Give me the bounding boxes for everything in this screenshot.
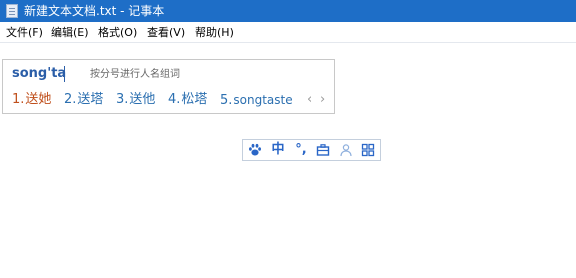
candidate-4[interactable]: 4.松塔 xyxy=(168,92,207,108)
menu-view[interactable]: 查看(V) xyxy=(147,26,185,39)
grid-menu-icon[interactable] xyxy=(359,142,377,158)
candidate-text: 送她 xyxy=(25,92,52,107)
ime-status-toolbar: 中 °, xyxy=(242,139,381,161)
menu-edit[interactable]: 编辑(E) xyxy=(51,26,89,39)
candidate-5[interactable]: 5.songtaste xyxy=(220,92,293,109)
ime-candidate-window: song'ta 按分号进行人名组词 1.送她 2.送塔 3.送他 4.松塔 5.… xyxy=(2,59,335,114)
paw-icon[interactable] xyxy=(246,142,264,158)
next-page-icon[interactable]: › xyxy=(320,92,325,108)
candidate-number: 3. xyxy=(116,92,129,107)
user-icon[interactable] xyxy=(337,142,355,158)
menu-file[interactable]: 文件(F) xyxy=(6,26,43,39)
ime-composition-text: song'ta xyxy=(12,66,67,81)
punctuation-toggle[interactable]: °, xyxy=(292,142,310,158)
notepad-icon xyxy=(6,4,18,18)
candidate-text: songtaste xyxy=(233,93,293,107)
candidate-number: 2. xyxy=(64,92,77,107)
title-bar: 新建文本文档.txt - 记事本 xyxy=(0,0,576,22)
ime-caret xyxy=(64,66,65,82)
prev-page-icon[interactable]: ‹ xyxy=(307,92,312,108)
menu-bar: 文件(F) 编辑(E) 格式(O) 查看(V) 帮助(H) xyxy=(0,22,576,42)
toolbox-icon[interactable] xyxy=(314,142,332,158)
candidate-number: 5. xyxy=(220,93,233,108)
candidate-1[interactable]: 1.送她 xyxy=(12,92,51,108)
menu-format[interactable]: 格式(O) xyxy=(98,26,137,39)
candidate-number: 1. xyxy=(12,92,25,107)
lang-toggle[interactable]: 中 xyxy=(269,142,287,158)
candidate-2[interactable]: 2.送塔 xyxy=(64,92,103,108)
candidate-3[interactable]: 3.送他 xyxy=(116,92,155,108)
ime-hint-text: 按分号进行人名组词 xyxy=(90,69,180,80)
candidate-text: 送塔 xyxy=(77,92,104,107)
menu-help[interactable]: 帮助(H) xyxy=(195,26,234,39)
window-title: 新建文本文档.txt - 记事本 xyxy=(24,4,165,18)
candidate-text: 送他 xyxy=(129,92,156,107)
candidate-number: 4. xyxy=(168,92,181,107)
candidate-text: 松塔 xyxy=(181,92,208,107)
